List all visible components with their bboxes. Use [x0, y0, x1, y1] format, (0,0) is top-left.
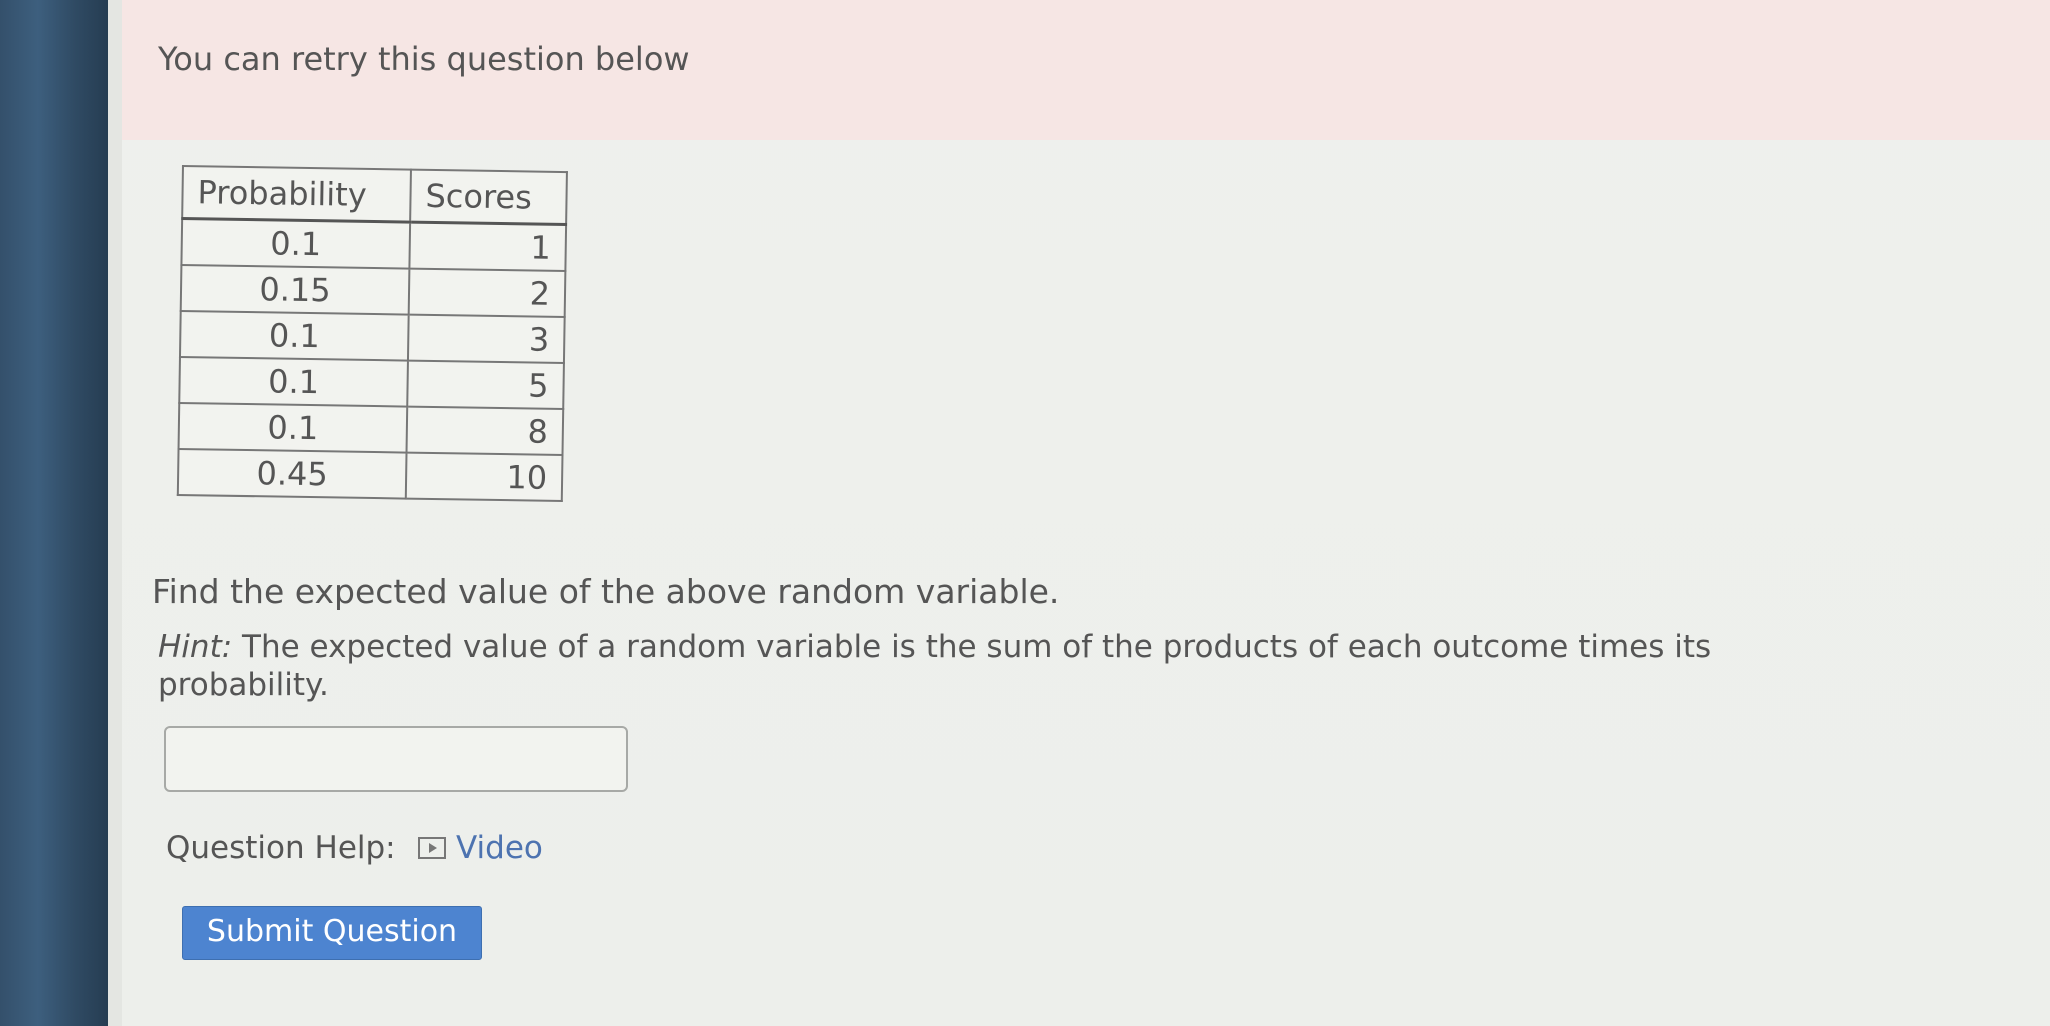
hint-text: Hint: The expected value of a random var…	[158, 628, 1758, 704]
cell-score: 8	[406, 406, 564, 456]
screen-frame: You can retry this question below Probab…	[0, 0, 2050, 1026]
cell-score: 2	[408, 268, 566, 318]
hint-label: Hint:	[158, 629, 233, 665]
table-header-row: Probability Scores	[182, 166, 567, 225]
question-prompt: Find the expected value of the above ran…	[152, 572, 1060, 611]
cell-probability: 0.1	[179, 356, 408, 407]
table-row: 0.1 5	[179, 356, 564, 410]
video-play-icon	[418, 837, 446, 859]
table-row: 0.15 2	[180, 265, 566, 318]
question-content: You can retry this question below Probab…	[122, 0, 2050, 1026]
retry-banner: You can retry this question below	[122, 0, 2050, 140]
cell-score: 1	[409, 222, 567, 272]
header-probability: Probability	[182, 166, 411, 223]
hint-body: The expected value of a random variable …	[158, 629, 1712, 703]
retry-message: You can retry this question below	[158, 40, 690, 78]
table-row: 0.1 8	[178, 402, 564, 456]
video-link-label: Video	[456, 830, 543, 866]
monitor-bezel	[0, 0, 108, 1026]
header-scores: Scores	[410, 169, 567, 225]
cell-probability: 0.15	[180, 265, 410, 315]
page-gutter	[108, 0, 122, 1026]
cell-probability: 0.45	[177, 448, 407, 499]
question-help-label: Question Help:	[166, 830, 396, 866]
submit-question-button[interactable]: Submit Question	[182, 906, 482, 960]
probability-table: Probability Scores 0.1 1 0.15 2 0.1 3 0.…	[176, 165, 568, 503]
cell-score: 10	[405, 452, 563, 502]
cell-score: 3	[407, 314, 565, 364]
cell-score: 5	[407, 360, 564, 410]
video-help-link[interactable]: Video	[418, 830, 543, 866]
cell-probability: 0.1	[179, 310, 409, 361]
table-row: 0.1 3	[179, 310, 565, 364]
cell-probability: 0.1	[178, 402, 408, 453]
table-row: 0.45 10	[177, 448, 563, 502]
cell-probability: 0.1	[181, 218, 411, 269]
answer-input[interactable]	[164, 726, 628, 792]
table-row: 0.1 1	[181, 218, 567, 272]
